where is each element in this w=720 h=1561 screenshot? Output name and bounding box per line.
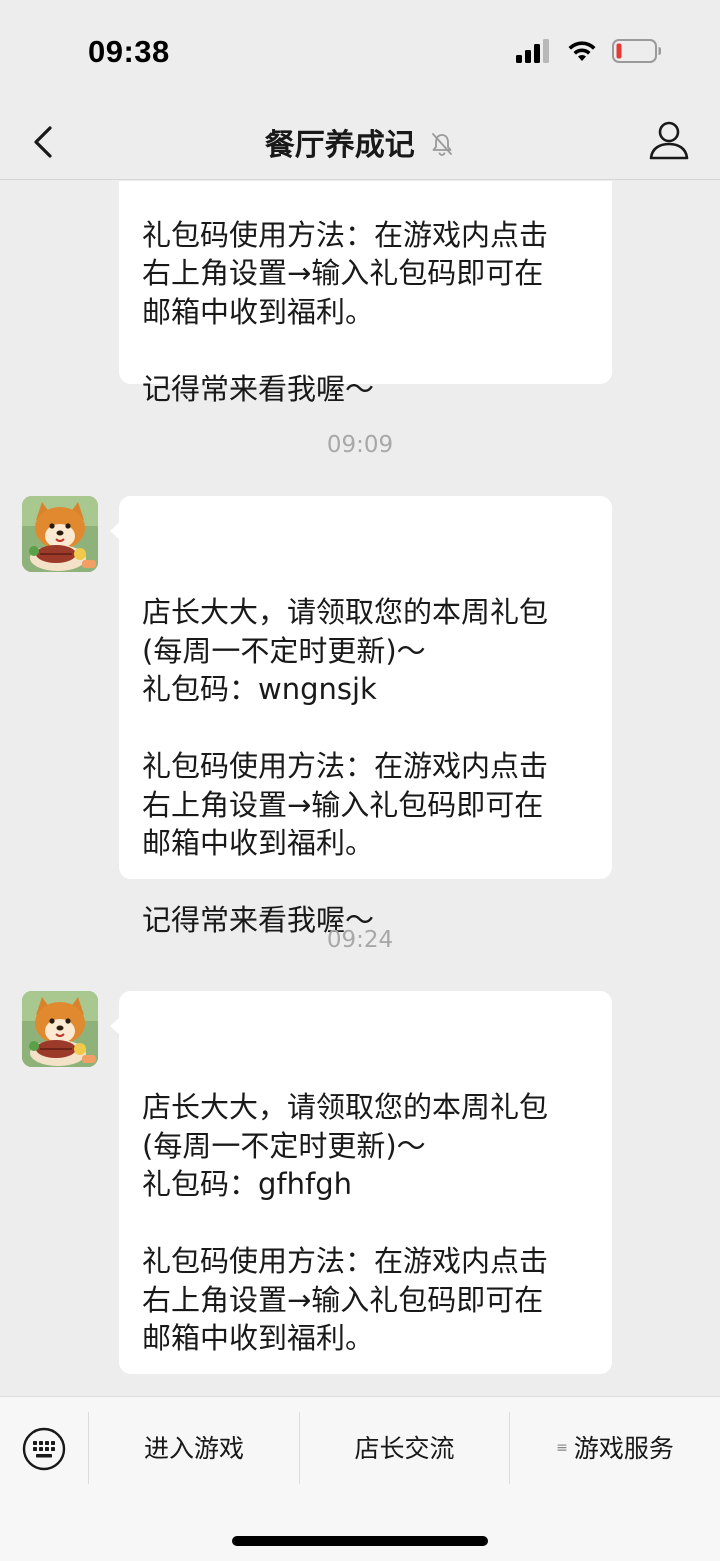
menu-item-label: 进入游戏 bbox=[143, 1434, 244, 1463]
message-bubble[interactable]: 礼包码使用方法：在游戏内点击 右上角设置→输入礼包码即可在 邮箱中收到福利。 记… bbox=[119, 181, 612, 406]
chat-title: 餐厅养成记 bbox=[0, 120, 720, 164]
shiba-chef-avatar-icon bbox=[22, 991, 98, 1067]
menu-item-label: 店长交流 bbox=[354, 1434, 455, 1463]
message-text: 店长大大，请领取您的本周礼包 (每周一不定时更新)～ 礼包码：gfhfgh 礼包… bbox=[142, 1090, 549, 1355]
battery-icon bbox=[612, 39, 661, 63]
menu-item-enter-game[interactable]: 进入游戏 bbox=[89, 1429, 299, 1469]
person-icon bbox=[649, 121, 689, 160]
menu-item-label: 游戏服务 bbox=[573, 1434, 674, 1463]
bubble-tail bbox=[110, 522, 120, 540]
avatar[interactable] bbox=[22, 496, 98, 572]
submenu-lines-icon: ≡ bbox=[556, 1440, 568, 1456]
status-bar: 09:38 bbox=[0, 0, 720, 104]
cellular-signal-icon bbox=[516, 39, 549, 63]
bubble-tail bbox=[110, 1017, 120, 1035]
keyboard-icon bbox=[22, 1427, 66, 1471]
message-text: 店长大大，请领取您的本周礼包 (每周一不定时更新)～ 礼包码：wngnsjk 礼… bbox=[142, 595, 549, 937]
avatar[interactable] bbox=[22, 991, 98, 1067]
menu-item-manager-chat[interactable]: 店长交流 bbox=[300, 1429, 509, 1469]
nav-bar: 餐厅养成记 bbox=[0, 104, 720, 180]
chat-title-text: 餐厅养成记 bbox=[264, 128, 415, 163]
switch-to-keyboard-button[interactable] bbox=[22, 1427, 66, 1471]
bell-muted-icon bbox=[432, 132, 453, 156]
message-list[interactable]: 礼包码使用方法：在游戏内点击 右上角设置→输入礼包码即可在 邮箱中收到福利。 记… bbox=[0, 181, 720, 1395]
status-time: 09:38 bbox=[88, 34, 170, 69]
wifi-icon bbox=[568, 41, 596, 61]
status-icons bbox=[516, 38, 662, 64]
message-text: 礼包码使用方法：在游戏内点击 右上角设置→输入礼包码即可在 邮箱中收到福利。 记… bbox=[142, 217, 549, 406]
message-bubble[interactable]: 店长大大，请领取您的本周礼包 (每周一不定时更新)～ 礼包码：wngnsjk 礼… bbox=[110, 496, 612, 937]
shiba-chef-avatar-icon bbox=[22, 496, 98, 572]
message-timestamp: 09:24 bbox=[326, 927, 394, 953]
message-timestamp: 09:09 bbox=[326, 432, 394, 458]
message-bubble[interactable]: 店长大大，请领取您的本周礼包 (每周一不定时更新)～ 礼包码：gfhfgh 礼包… bbox=[110, 991, 612, 1374]
home-indicator[interactable] bbox=[232, 1536, 488, 1546]
menu-item-game-services[interactable]: ≡ 游戏服务 bbox=[510, 1429, 720, 1469]
chat-info-button[interactable] bbox=[648, 118, 690, 162]
